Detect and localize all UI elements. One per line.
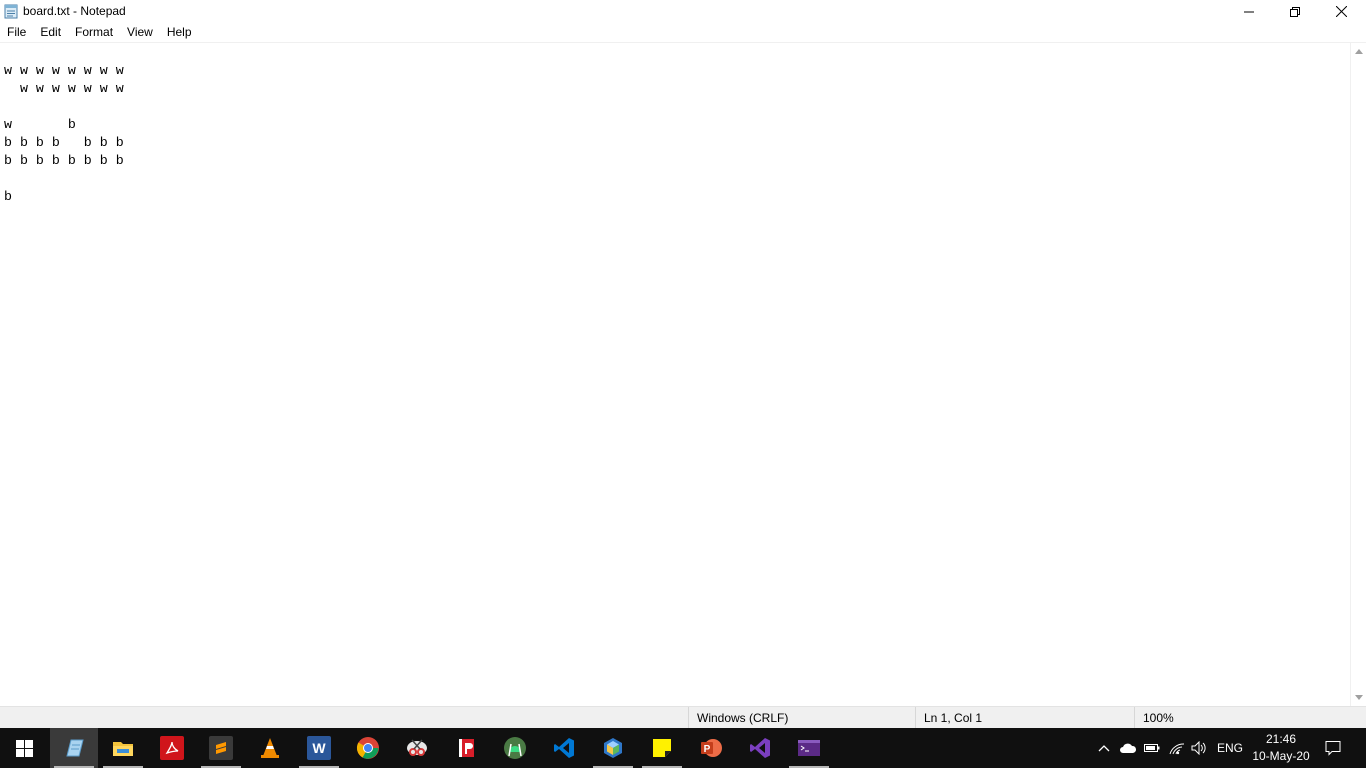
close-icon [1335, 6, 1347, 17]
powerpoint-icon: P [701, 739, 722, 757]
menu-edit[interactable]: Edit [33, 23, 68, 42]
status-bar: Windows (CRLF) Ln 1, Col 1 100% [0, 706, 1366, 729]
vlc-cone-icon [261, 738, 279, 758]
taskbar-snipping-tool[interactable] [393, 728, 441, 768]
network-tray[interactable] [1166, 728, 1188, 768]
windows-logo-icon [15, 739, 33, 757]
vscode-icon [554, 738, 574, 758]
menu-help[interactable]: Help [160, 23, 199, 42]
taskbar-word[interactable]: W [295, 728, 343, 768]
svg-text:P: P [704, 744, 711, 755]
restore-icon [1290, 6, 1300, 17]
show-hidden-icons-button[interactable] [1094, 728, 1114, 768]
scroll-down-button[interactable] [1351, 689, 1366, 706]
status-cursor-position: Ln 1, Col 1 [915, 707, 1137, 729]
reader-icon [459, 739, 474, 757]
menu-view[interactable]: View [120, 23, 160, 42]
action-center-button[interactable] [1318, 728, 1348, 768]
wifi-icon [1169, 743, 1185, 755]
terminal-icon [798, 740, 820, 756]
clock[interactable]: 21:46 10-May-20 [1250, 731, 1312, 765]
taskbar-visual-studio[interactable] [736, 728, 784, 768]
chevron-up-icon [1355, 49, 1363, 54]
menu-file[interactable]: File [0, 23, 33, 42]
taskbar-vscode[interactable] [540, 728, 588, 768]
word-icon: W [307, 736, 331, 760]
clock-date: 10-May-20 [1252, 749, 1310, 763]
scroll-up-button[interactable] [1351, 43, 1366, 60]
taskbar-vlc[interactable] [246, 728, 294, 768]
folder-icon [113, 742, 133, 756]
taskbar-file-explorer[interactable] [99, 728, 147, 768]
window-title: board.txt - Notepad [23, 4, 126, 18]
speaker-icon [1191, 741, 1206, 755]
sublime-icon [209, 736, 233, 760]
taskbar-sticky-notes[interactable] [638, 728, 686, 768]
taskbar: W P ENG 21:46 10-May-20 [0, 728, 1366, 768]
taskbar-sublime-text[interactable] [197, 728, 245, 768]
menu-format[interactable]: Format [68, 23, 120, 42]
notepad-icon [66, 739, 84, 757]
minimize-button[interactable] [1226, 0, 1272, 23]
battery-tray[interactable] [1140, 728, 1164, 768]
text-editor[interactable]: w w w w w w w w w w w w w w w w b b b b … [0, 43, 1350, 706]
restore-button[interactable] [1272, 0, 1318, 23]
scissors-icon [407, 739, 427, 756]
status-line-ending: Windows (CRLF) [688, 707, 910, 729]
document-text[interactable]: w w w w w w w w w w w w w w w w b b b b … [4, 62, 124, 206]
menu-bar: File Edit Format View Help [0, 23, 1366, 42]
battery-icon [1144, 744, 1160, 752]
visual-studio-icon [750, 738, 770, 758]
volume-tray[interactable] [1188, 728, 1210, 768]
chevron-up-icon [1098, 745, 1110, 752]
chevron-down-icon [1355, 695, 1363, 700]
taskbar-chrome[interactable] [344, 728, 392, 768]
cloud-icon [1120, 743, 1137, 753]
taskbar-acrobat-reader[interactable] [148, 728, 196, 768]
taskbar-android-studio[interactable] [491, 728, 539, 768]
title-bar: board.txt - Notepad [0, 0, 1366, 23]
status-zoom: 100% [1134, 707, 1366, 729]
sticky-note-icon [653, 739, 671, 757]
taskbar-terminal[interactable] [785, 728, 833, 768]
pdf-icon [160, 736, 184, 760]
minimize-icon [1244, 11, 1254, 12]
notepad-icon [4, 4, 18, 19]
taskbar-notepad[interactable] [50, 728, 98, 768]
chrome-icon [356, 737, 379, 759]
close-button[interactable] [1318, 0, 1364, 23]
start-button[interactable] [0, 728, 48, 768]
cube-icon [604, 738, 622, 758]
clock-time: 21:46 [1265, 732, 1297, 746]
taskbar-powerpoint[interactable]: P [687, 728, 735, 768]
input-language[interactable]: ENG [1212, 728, 1248, 768]
taskbar-virtualbox[interactable] [589, 728, 637, 768]
notification-icon [1325, 741, 1341, 756]
android-icon [504, 737, 526, 759]
taskbar-reader-app[interactable] [442, 728, 490, 768]
onedrive-tray[interactable] [1116, 728, 1140, 768]
vertical-scrollbar[interactable] [1350, 43, 1366, 706]
